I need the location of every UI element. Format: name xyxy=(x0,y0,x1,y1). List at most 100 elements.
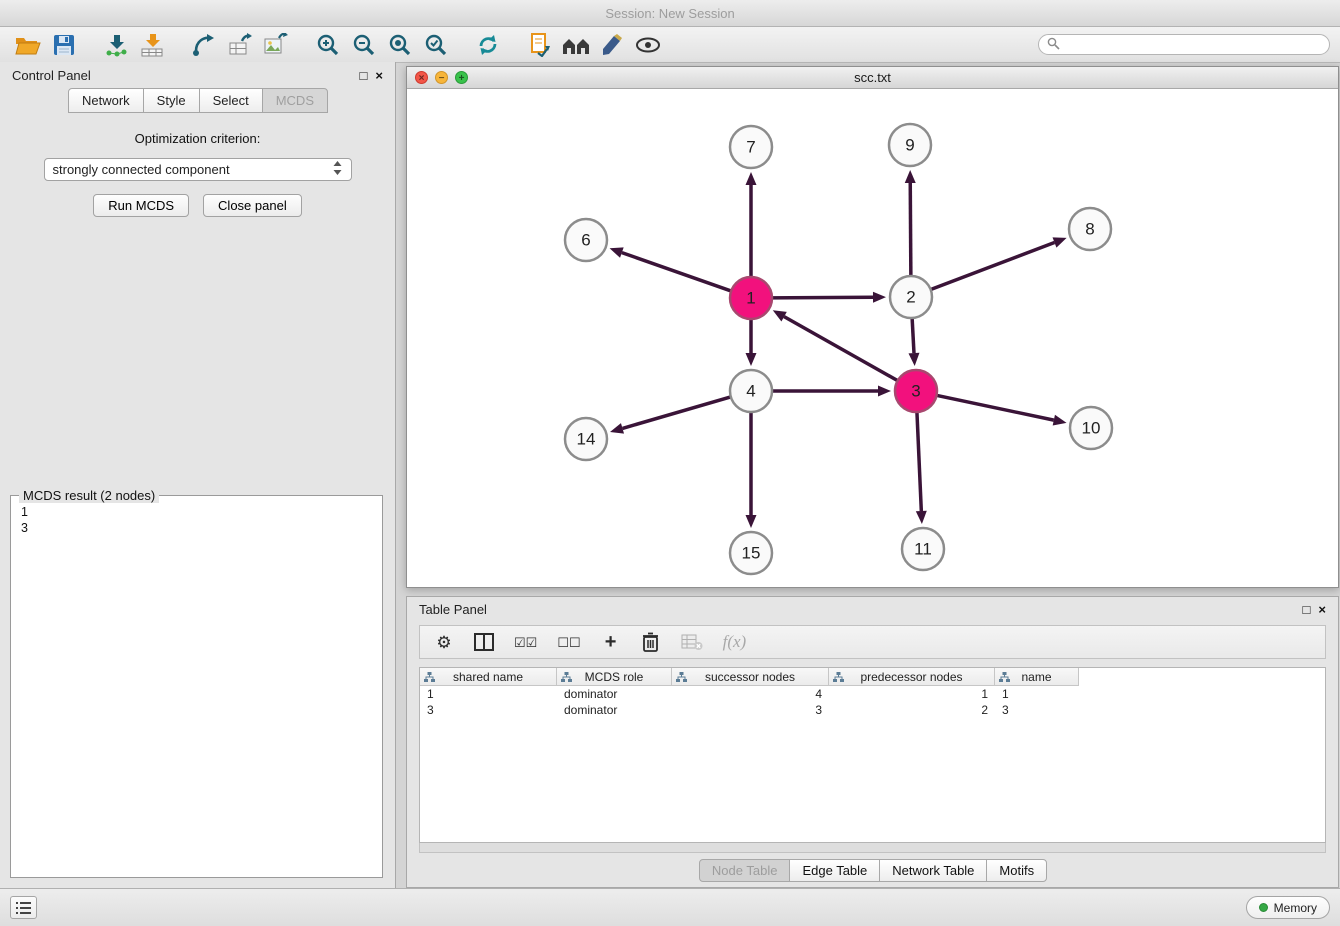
tab-motifs[interactable]: Motifs xyxy=(986,859,1047,882)
graph-edge-1-6[interactable] xyxy=(622,253,733,292)
column-header-predecessor-nodes[interactable]: predecessor nodes xyxy=(829,668,995,686)
mcds-result-box: MCDS result (2 nodes) 13 xyxy=(10,495,383,878)
function-builder-icon: f(x) xyxy=(723,630,747,654)
table-row[interactable]: 3dominator323 xyxy=(420,702,1325,718)
table-scroll-strip[interactable] xyxy=(419,843,1326,853)
close-panel-icon[interactable]: × xyxy=(375,69,383,82)
mcds-result-item[interactable]: 3 xyxy=(21,520,372,536)
close-window-icon[interactable]: × xyxy=(415,71,428,84)
zoom-fit-icon[interactable] xyxy=(382,30,418,60)
graph-node-label-6: 6 xyxy=(581,231,590,250)
tab-select[interactable]: Select xyxy=(199,88,263,113)
graph-arrowhead xyxy=(746,172,757,185)
deselect-all-icon[interactable]: ☐☐ xyxy=(557,630,580,654)
network-view-window: × − + scc.txt 7968124314101511 xyxy=(406,66,1339,588)
table-settings-icon[interactable]: ⚙ xyxy=(434,630,454,654)
layout-network-icon[interactable] xyxy=(186,30,222,60)
zoom-window-icon[interactable]: + xyxy=(455,71,468,84)
tab-network-table[interactable]: Network Table xyxy=(879,859,987,882)
graph-arrowhead xyxy=(916,511,927,524)
table-cell[interactable]: 3 xyxy=(672,702,829,718)
close-table-panel-icon[interactable]: × xyxy=(1318,603,1326,616)
graph-node-label-1: 1 xyxy=(746,289,755,308)
select-all-icon[interactable]: ☑☑ xyxy=(514,630,537,654)
open-session-icon[interactable] xyxy=(10,30,46,60)
table-cell[interactable]: dominator xyxy=(557,702,672,718)
window-title: Session: New Session xyxy=(605,6,734,21)
tab-style[interactable]: Style xyxy=(143,88,200,113)
column-header-shared-name[interactable]: shared name xyxy=(420,668,557,686)
tab-node-table[interactable]: Node Table xyxy=(699,859,791,882)
graph-node-label-9: 9 xyxy=(905,136,914,155)
float-panel-icon[interactable]: □ xyxy=(360,69,368,82)
graph-edge-3-11[interactable] xyxy=(917,410,921,511)
search-input[interactable] xyxy=(1065,38,1321,52)
search-icon xyxy=(1047,37,1060,53)
export-table-icon[interactable] xyxy=(222,30,258,60)
table-cell[interactable]: 1 xyxy=(420,686,557,702)
search-field[interactable] xyxy=(1038,34,1330,55)
table-cell[interactable]: 1 xyxy=(995,686,1079,702)
graph-edge-2-3[interactable] xyxy=(912,316,914,353)
graph-arrowhead xyxy=(905,170,916,183)
graph-arrowhead xyxy=(746,515,757,528)
add-row-icon[interactable]: + xyxy=(601,630,621,654)
mcds-result-list: 13 xyxy=(11,496,382,544)
control-panel: Control Panel □ × NetworkStyleSelectMCDS… xyxy=(0,62,396,888)
table-cell[interactable]: 3 xyxy=(995,702,1079,718)
graph-arrowhead xyxy=(873,292,886,303)
table-panel-tabs: Node TableEdge TableNetwork TableMotifs xyxy=(407,859,1338,882)
network-canvas[interactable]: 7968124314101511 xyxy=(407,89,1338,587)
run-mcds-button[interactable]: Run MCDS xyxy=(93,194,189,217)
apply-style-icon[interactable] xyxy=(594,30,630,60)
graph-node-label-8: 8 xyxy=(1085,220,1094,239)
zoom-in-icon[interactable] xyxy=(310,30,346,60)
tab-mcds[interactable]: MCDS xyxy=(262,88,328,113)
first-neighbors-icon[interactable] xyxy=(558,30,594,60)
column-header-successor-nodes[interactable]: successor nodes xyxy=(672,668,829,686)
table-cell[interactable]: 3 xyxy=(420,702,557,718)
minimize-window-icon[interactable]: − xyxy=(435,71,448,84)
import-network-icon[interactable] xyxy=(98,30,134,60)
network-window-title: scc.txt xyxy=(854,70,891,85)
close-panel-button[interactable]: Close panel xyxy=(203,194,302,217)
table-cell[interactable]: 1 xyxy=(829,686,995,702)
tab-edge-table[interactable]: Edge Table xyxy=(789,859,880,882)
table-cell[interactable]: 2 xyxy=(829,702,995,718)
column-selector-icon[interactable] xyxy=(474,630,494,654)
table-panel: Table Panel □ × ⚙ ☑☑ ☐☐ + f(x) shared na… xyxy=(406,596,1339,888)
save-session-icon[interactable] xyxy=(46,30,82,60)
optimization-criterion-select[interactable]: strongly connected component xyxy=(44,158,352,181)
clone-network-icon[interactable] xyxy=(522,30,558,60)
delete-row-icon[interactable] xyxy=(641,630,661,654)
graph-node-label-10: 10 xyxy=(1082,419,1101,438)
zoom-selected-icon[interactable] xyxy=(418,30,454,60)
graph-edge-3-10[interactable] xyxy=(935,395,1054,420)
tab-network[interactable]: Network xyxy=(68,88,144,113)
export-image-icon[interactable] xyxy=(258,30,294,60)
show-hide-icon[interactable] xyxy=(630,30,666,60)
table-cell[interactable]: dominator xyxy=(557,686,672,702)
graph-arrowhead xyxy=(1053,415,1067,426)
task-history-button[interactable] xyxy=(10,896,37,919)
network-window-titlebar[interactable]: × − + scc.txt xyxy=(407,67,1338,89)
memory-button[interactable]: Memory xyxy=(1246,896,1330,919)
graph-edge-2-8[interactable] xyxy=(929,242,1055,290)
import-table-icon[interactable] xyxy=(134,30,170,60)
zoom-out-icon[interactable] xyxy=(346,30,382,60)
graph-edge-1-2[interactable] xyxy=(770,297,873,298)
node-table: shared nameMCDS rolesuccessor nodesprede… xyxy=(419,667,1326,843)
control-panel-title: Control Panel xyxy=(12,68,91,83)
refresh-icon[interactable] xyxy=(470,30,506,60)
graph-edge-3-1[interactable] xyxy=(784,317,899,382)
mcds-result-item[interactable]: 1 xyxy=(21,504,372,520)
column-header-MCDS-role[interactable]: MCDS role xyxy=(557,668,672,686)
graph-edge-4-14[interactable] xyxy=(622,396,732,428)
graph-edge-2-9[interactable] xyxy=(910,183,911,278)
column-header-name[interactable]: name xyxy=(995,668,1079,686)
table-cell[interactable]: 4 xyxy=(672,686,829,702)
graph-node-label-7: 7 xyxy=(746,138,755,157)
table-row[interactable]: 1dominator411 xyxy=(420,686,1325,702)
float-table-panel-icon[interactable]: □ xyxy=(1303,603,1311,616)
node-table-header: shared nameMCDS rolesuccessor nodesprede… xyxy=(420,668,1325,686)
